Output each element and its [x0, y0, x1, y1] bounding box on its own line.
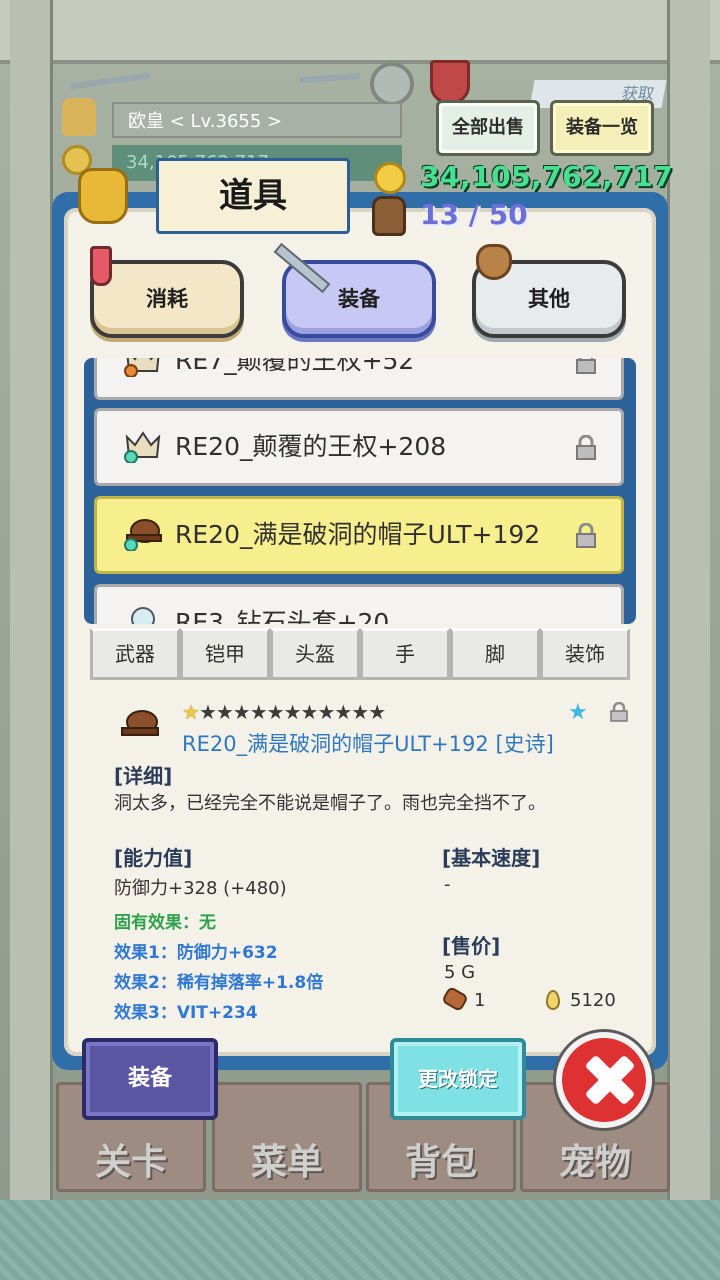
- price-value: 5 G: [444, 962, 476, 983]
- drop-icon: [546, 990, 560, 1010]
- rarity-star-dim: ★★★★★★★★★★★: [198, 700, 386, 724]
- equipment-list-button[interactable]: 装备一览: [550, 100, 654, 156]
- slot-tab-accessory[interactable]: 装饰: [540, 628, 630, 680]
- sack-icon: [476, 244, 512, 280]
- slot-tab-helmet[interactable]: 头盔: [270, 628, 360, 680]
- panel-title: 道具: [156, 158, 350, 234]
- lock-icon[interactable]: [575, 523, 597, 549]
- floor-tiles: [0, 1200, 720, 1280]
- list-item[interactable]: RE20_颠覆的王权+208: [94, 408, 624, 486]
- item-name: RE20_颠覆的王权+208: [175, 432, 447, 461]
- shield-decoration-icon: [370, 62, 414, 106]
- item-list[interactable]: RE7_颠覆的王权+52 RE20_颠覆的王权+208 RE20_满是破洞的帽子…: [84, 358, 636, 624]
- red-shield-decoration-icon: [430, 60, 470, 104]
- change-lock-button[interactable]: 更改锁定: [390, 1038, 526, 1120]
- slot-tab-foot[interactable]: 脚: [450, 628, 540, 680]
- wall-band: [0, 0, 720, 64]
- price-heading: [售价]: [442, 934, 501, 958]
- inventory-capacity: 13 / 50: [420, 198, 528, 231]
- lock-icon[interactable]: [575, 358, 597, 375]
- gold-amount: 34,105,762,717: [420, 160, 674, 193]
- potion-icon: [90, 246, 112, 286]
- tab-consumables[interactable]: 消耗: [90, 260, 244, 338]
- nav-menu-button[interactable]: 菜单: [212, 1082, 362, 1192]
- close-icon[interactable]: [556, 1032, 652, 1128]
- drop-count: 5120: [570, 990, 616, 1011]
- list-item[interactable]: RE3_钻石头套+20: [94, 584, 624, 624]
- crown-icon: [124, 358, 160, 377]
- detail-item-title: RE20_满是破洞的帽子ULT+192 [史诗]: [182, 732, 554, 756]
- stats-heading: [能力值]: [114, 846, 193, 870]
- helmet-icon: [131, 607, 155, 624]
- speed-heading: [基本速度]: [442, 846, 541, 870]
- list-item[interactable]: RE7_颠覆的王权+52: [94, 358, 624, 400]
- rarity-stars: ★★★★★★★★★★★★: [182, 700, 386, 724]
- lock-icon[interactable]: [575, 435, 597, 461]
- hat-icon: [124, 519, 162, 551]
- slot-tab-weapon[interactable]: 武器: [90, 628, 180, 680]
- nav-label: 宠物: [558, 1142, 631, 1183]
- item-type-star-icon: ★: [568, 700, 588, 725]
- wall-pillar-left: [10, 0, 53, 1200]
- nav-label: 菜单: [250, 1142, 323, 1183]
- effect-3: 效果3：VIT+234: [114, 1003, 258, 1023]
- detail-heading: [详细]: [114, 764, 173, 788]
- defense-stat: 防御力+328 (+480): [114, 878, 287, 899]
- hat-icon: [121, 710, 159, 736]
- slot-tab-armor[interactable]: 铠甲: [180, 628, 270, 680]
- innate-effect: 固有效果：无: [114, 913, 216, 933]
- equipment-slot-tabs: 武器 铠甲 头盔 手 脚 装饰: [90, 628, 630, 684]
- item-name: RE20_满是破洞的帽子ULT+192: [175, 520, 541, 549]
- wall-pillar-right: [667, 0, 710, 1200]
- effect-2: 效果2：稀有掉落率+1.8倍: [114, 973, 324, 993]
- list-item-selected[interactable]: RE20_满是破洞的帽子ULT+192: [94, 496, 624, 574]
- crown-icon: [124, 431, 161, 463]
- slot-tab-hand[interactable]: 手: [360, 628, 450, 680]
- item-name: RE3_钻石头套+20: [175, 608, 390, 624]
- equip-button[interactable]: 装备: [82, 1038, 218, 1120]
- hero-avatar-icon: [62, 98, 96, 136]
- nav-label: 背包: [404, 1142, 477, 1183]
- gold-coin-icon: [374, 162, 406, 194]
- nav-label: 关卡: [94, 1142, 167, 1183]
- effect-1: 效果1：防御力+632: [114, 943, 278, 963]
- speed-value: -: [444, 874, 451, 895]
- bag-icon: [78, 168, 128, 224]
- rarity-star-lit: ★: [182, 700, 200, 724]
- player-level-label: 欧皇 < Lv.3655 >: [112, 102, 402, 138]
- backpack-icon: [372, 196, 406, 236]
- sell-all-button[interactable]: 全部出售: [436, 100, 540, 156]
- item-name: RE7_颠覆的王权+52: [175, 358, 415, 375]
- material-count: 1: [474, 990, 486, 1011]
- lock-icon: [610, 702, 628, 722]
- item-description: 洞太多，已经完全不能说是帽子了。雨也完全挡不了。: [114, 793, 546, 814]
